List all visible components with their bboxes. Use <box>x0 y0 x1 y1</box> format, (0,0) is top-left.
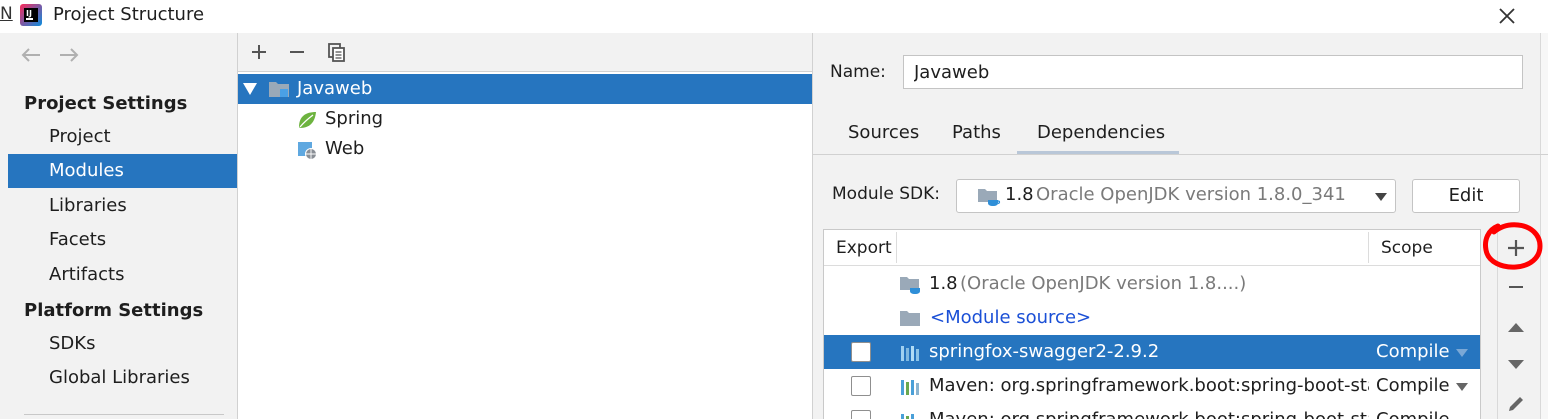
annotation-circle <box>1483 222 1543 270</box>
module-sdk-label: Module SDK: <box>832 184 940 204</box>
active-tab-indicator <box>1017 151 1179 154</box>
column-separator <box>1368 232 1369 263</box>
tree-node-spring[interactable]: Spring <box>296 104 596 134</box>
chevron-down-icon[interactable] <box>1456 349 1468 357</box>
edit-sdk-button[interactable]: Edit <box>1412 179 1520 213</box>
library-icon <box>901 346 919 361</box>
column-header-scope[interactable]: Scope <box>1381 238 1433 258</box>
library-icon <box>901 380 919 395</box>
sidebar-item-sdks[interactable]: SDKs <box>8 327 237 361</box>
forward-button[interactable] <box>58 45 80 65</box>
module-name-input[interactable] <box>903 55 1523 89</box>
dependency-scope[interactable]: Compile <box>1376 375 1450 396</box>
tree-node-label: Spring <box>325 108 384 129</box>
sidebar-item-label: Project <box>49 126 111 147</box>
dependency-scope[interactable]: Compile <box>1376 341 1450 362</box>
back-button[interactable] <box>20 45 42 65</box>
dependency-name: <Module source> <box>930 307 1092 328</box>
edit-dependency-button[interactable] <box>1503 391 1529 417</box>
sdk-description-text: Oracle OpenJDK version 1.8.0_341 <box>1036 184 1346 205</box>
tab-sources[interactable]: Sources <box>848 122 919 143</box>
module-folder-icon <box>269 82 289 97</box>
intellij-app-icon: IJ <box>20 4 42 26</box>
chevron-down-icon[interactable] <box>1456 383 1468 391</box>
tree-node-label: Web <box>325 138 365 159</box>
window-title: Project Structure <box>53 4 205 25</box>
add-module-button[interactable] <box>246 39 272 65</box>
close-button[interactable] <box>1492 2 1522 30</box>
copy-module-button[interactable] <box>324 39 350 65</box>
triangle-down-icon <box>1508 360 1524 369</box>
column-header-export[interactable]: Export <box>836 238 892 258</box>
export-checkbox[interactable] <box>851 410 871 419</box>
move-down-button[interactable] <box>1503 352 1529 378</box>
tabs-divider <box>813 154 1548 155</box>
sidebar-item-label: Modules <box>49 160 124 181</box>
remove-dependency-button[interactable] <box>1503 274 1529 300</box>
sidebar-item-label: Global Libraries <box>49 367 190 388</box>
dependency-name: springfox-swagger2-2.9.2 <box>929 341 1160 362</box>
module-tree-toolbar <box>238 33 812 72</box>
arrow-right-icon <box>60 48 79 62</box>
minus-icon <box>290 51 304 53</box>
chevron-down-icon <box>1375 193 1387 201</box>
remove-module-button[interactable] <box>284 39 310 65</box>
sidebar-item-project[interactable]: Project <box>8 120 237 154</box>
close-icon <box>1499 8 1515 24</box>
table-row[interactable]: Maven: org.springframework.boot:spring-b… <box>824 403 1480 419</box>
dependency-name: Maven: org.springframework.boot:spring-b… <box>929 409 1369 419</box>
sidebar-divider <box>24 414 224 415</box>
background-window-edge-text: N <box>0 4 13 24</box>
arrow-left-icon <box>21 48 40 62</box>
source-folder-icon <box>900 311 920 326</box>
tree-node-web[interactable]: Web <box>296 134 596 164</box>
sidebar-item-global-libraries[interactable]: Global Libraries <box>8 361 237 395</box>
tab-paths[interactable]: Paths <box>952 122 1001 143</box>
column-separator <box>896 232 897 263</box>
copy-icon <box>328 43 345 62</box>
plus-icon <box>252 45 266 59</box>
sidebar-item-libraries[interactable]: Libraries <box>8 189 237 223</box>
table-row[interactable]: <Module source> <box>824 301 1480 335</box>
tree-node-javaweb[interactable]: Javaweb <box>238 74 812 104</box>
tab-dependencies[interactable]: Dependencies <box>1037 122 1165 143</box>
project-settings-heading: Project Settings <box>24 93 188 114</box>
table-row[interactable]: Maven: org.springframework.boot:spring-b… <box>824 369 1480 403</box>
minus-icon <box>1509 286 1523 288</box>
jdk-folder-icon <box>978 189 1001 206</box>
sidebar-item-label: Artifacts <box>49 264 125 285</box>
export-checkbox[interactable] <box>851 376 871 396</box>
library-icon <box>901 414 914 419</box>
table-row[interactable]: springfox-swagger2-2.9.2 Compile <box>824 335 1480 369</box>
move-up-button[interactable] <box>1503 314 1529 340</box>
table-row[interactable]: 1.8 (Oracle OpenJDK version 1.8....) <box>824 267 1480 301</box>
dependency-name: 1.8 <box>929 273 958 294</box>
spring-leaf-icon <box>299 112 316 128</box>
name-label: Name: <box>830 62 886 82</box>
platform-settings-heading: Platform Settings <box>24 300 204 321</box>
sidebar-item-label: Facets <box>49 229 107 250</box>
tree-node-label: Javaweb <box>297 78 373 99</box>
sidebar-item-modules[interactable]: Modules <box>8 154 237 188</box>
dependency-detail: (Oracle OpenJDK version 1.8....) <box>960 273 1247 294</box>
sidebar-item-label: Libraries <box>49 195 127 216</box>
sidebar-item-facets[interactable]: Facets <box>8 223 237 257</box>
triangle-up-icon <box>1508 323 1524 332</box>
jdk-folder-icon <box>900 277 920 294</box>
title-bar <box>0 0 1548 33</box>
sdk-version-text: 1.8 <box>1005 184 1034 205</box>
dependency-scope[interactable]: Compile <box>1376 409 1450 419</box>
pencil-icon <box>1509 397 1523 411</box>
sidebar-item-artifacts[interactable]: Artifacts <box>8 258 237 292</box>
sidebar-item-label: SDKs <box>49 333 96 354</box>
svg-text:IJ: IJ <box>26 9 32 18</box>
export-checkbox[interactable] <box>851 342 871 362</box>
expand-triangle-icon[interactable] <box>242 82 258 96</box>
dependency-name: Maven: org.springframework.boot:spring-b… <box>929 375 1369 396</box>
web-globe-icon <box>298 142 317 160</box>
